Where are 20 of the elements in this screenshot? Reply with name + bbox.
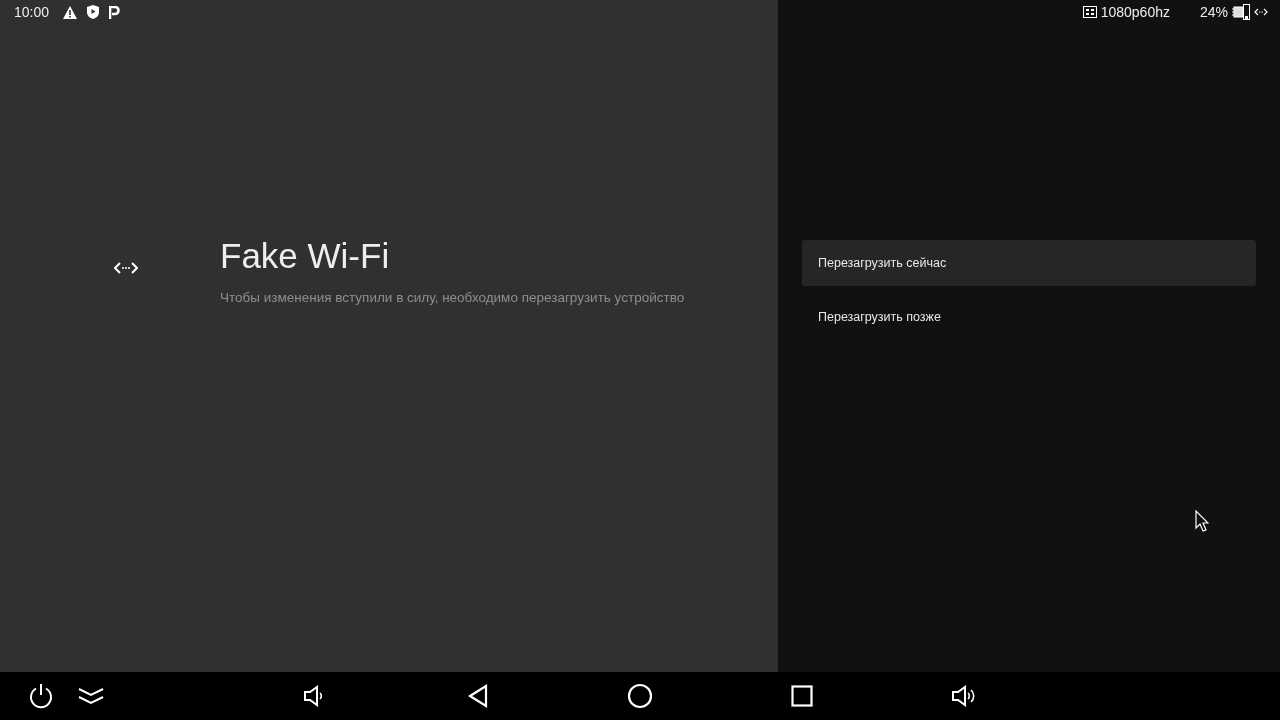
mouse-pointer-icon [1195,510,1209,532]
recents-icon[interactable] [791,685,813,707]
chevrons-down-icon[interactable] [77,686,105,706]
guidance-title: Fake Wi-Fi [220,236,391,276]
power-icon[interactable] [27,682,55,710]
parking-icon [109,5,121,19]
back-icon[interactable] [467,684,489,708]
guidance-description: Чтобы изменения вступили в силу, необходимо перезагрузить устройство [220,290,685,305]
home-icon[interactable] [627,683,653,709]
action-item[interactable]: Перезагрузить сейчас [802,240,1256,286]
clock: 10:00 [14,4,50,20]
code-arrows-icon [114,262,138,274]
action-item[interactable]: Перезагрузить позже [802,294,1256,340]
warning-icon [63,5,78,19]
device-storage-icon [1232,4,1250,20]
battery-percent: 24% [1199,4,1228,20]
shield-play-icon [87,5,100,19]
resolution-label: 1080p60hz [1100,4,1170,20]
screen-resolution-icon [1082,6,1097,18]
code-arrows-icon [1254,8,1268,16]
